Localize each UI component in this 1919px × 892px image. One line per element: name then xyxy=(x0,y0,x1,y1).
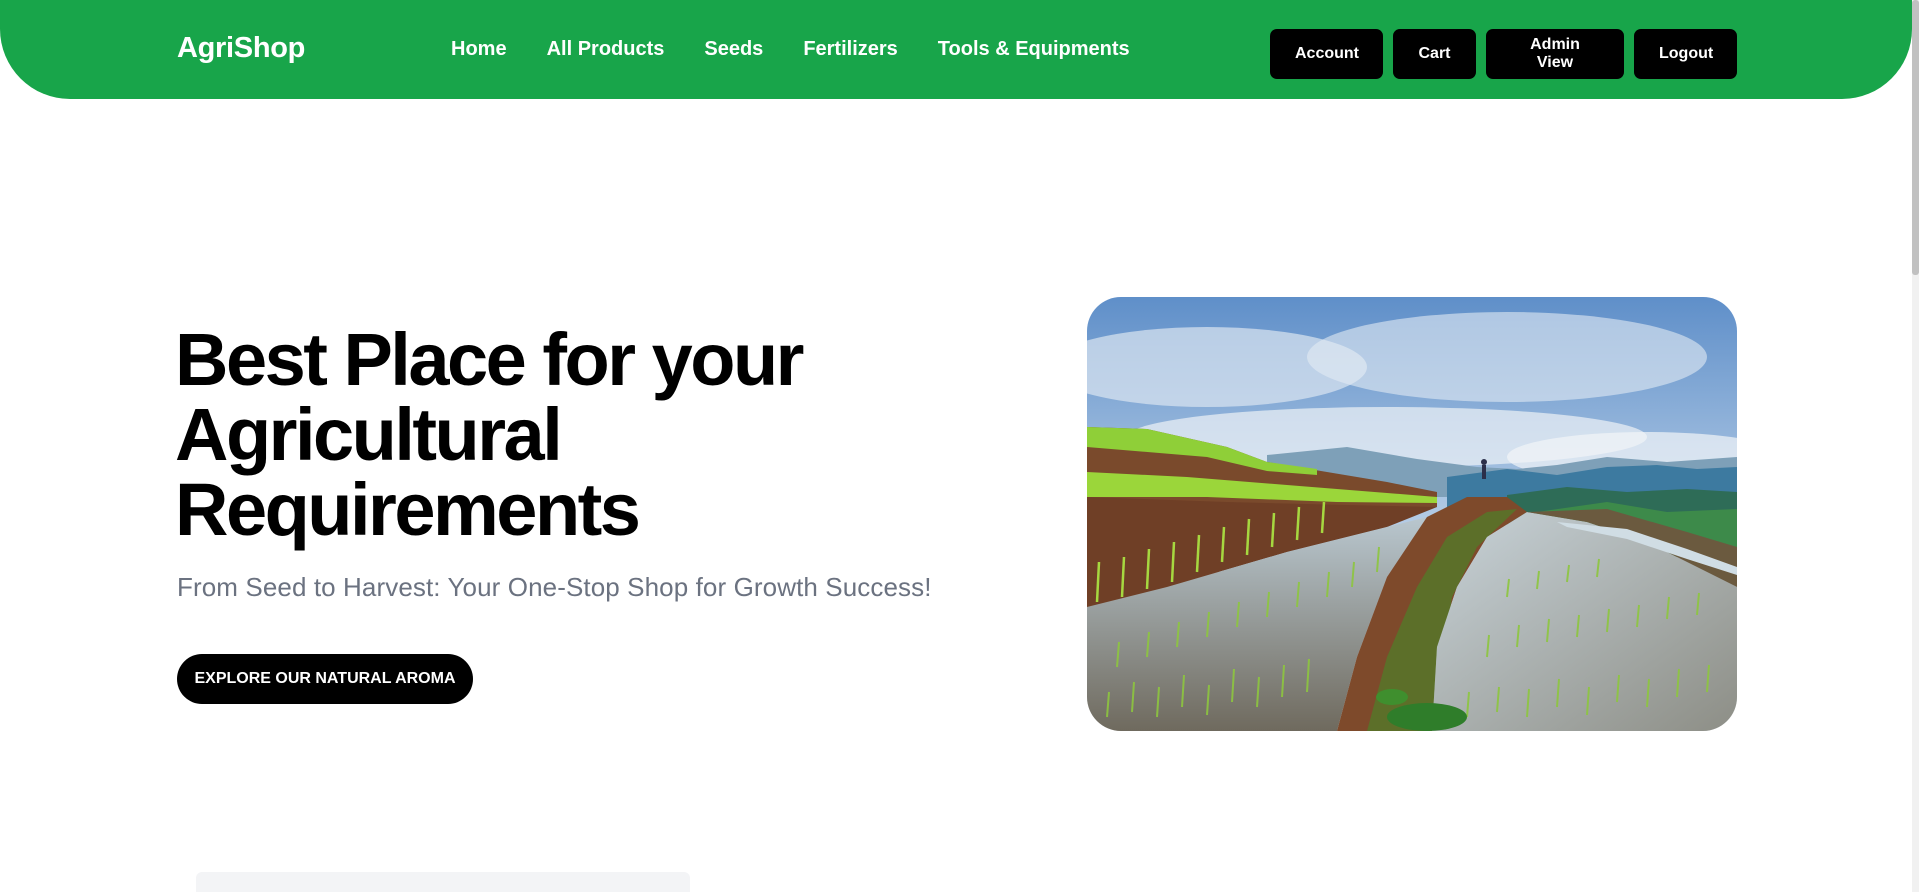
explore-cta-button[interactable]: EXPLORE OUR NATURAL AROMA xyxy=(177,654,473,704)
cart-button[interactable]: Cart xyxy=(1393,29,1476,79)
logout-button[interactable]: Logout xyxy=(1634,29,1737,79)
scrollbar-thumb[interactable] xyxy=(1912,0,1919,275)
top-navbar: AgriShop Home All Products Seeds Fertili… xyxy=(0,0,1912,99)
hero-title: Best Place for your Agricultural Require… xyxy=(175,318,804,551)
admin-view-button[interactable]: Admin View xyxy=(1486,29,1624,79)
nav-home-link[interactable]: Home xyxy=(451,38,507,61)
main-nav: Home All Products Seeds Fertilizers Tool… xyxy=(451,38,1130,61)
header-actions: Account Cart Admin View Logout xyxy=(1270,29,1737,79)
hero-subtitle: From Seed to Harvest: Your One-Stop Shop… xyxy=(177,572,932,602)
nav-seeds-link[interactable]: Seeds xyxy=(704,38,763,61)
brand-logo[interactable]: AgriShop xyxy=(177,32,305,65)
product-card-preview xyxy=(196,872,690,892)
nav-tools-equipments-link[interactable]: Tools & Equipments xyxy=(938,38,1130,61)
nav-all-products-link[interactable]: All Products xyxy=(547,38,665,61)
nav-fertilizers-link[interactable]: Fertilizers xyxy=(803,38,897,61)
account-button[interactable]: Account xyxy=(1270,29,1383,79)
scrollbar-track[interactable] xyxy=(1912,0,1919,892)
hero-image xyxy=(1087,297,1737,731)
page: AgriShop Home All Products Seeds Fertili… xyxy=(0,0,1919,892)
rice-terrace-image xyxy=(1087,297,1737,731)
